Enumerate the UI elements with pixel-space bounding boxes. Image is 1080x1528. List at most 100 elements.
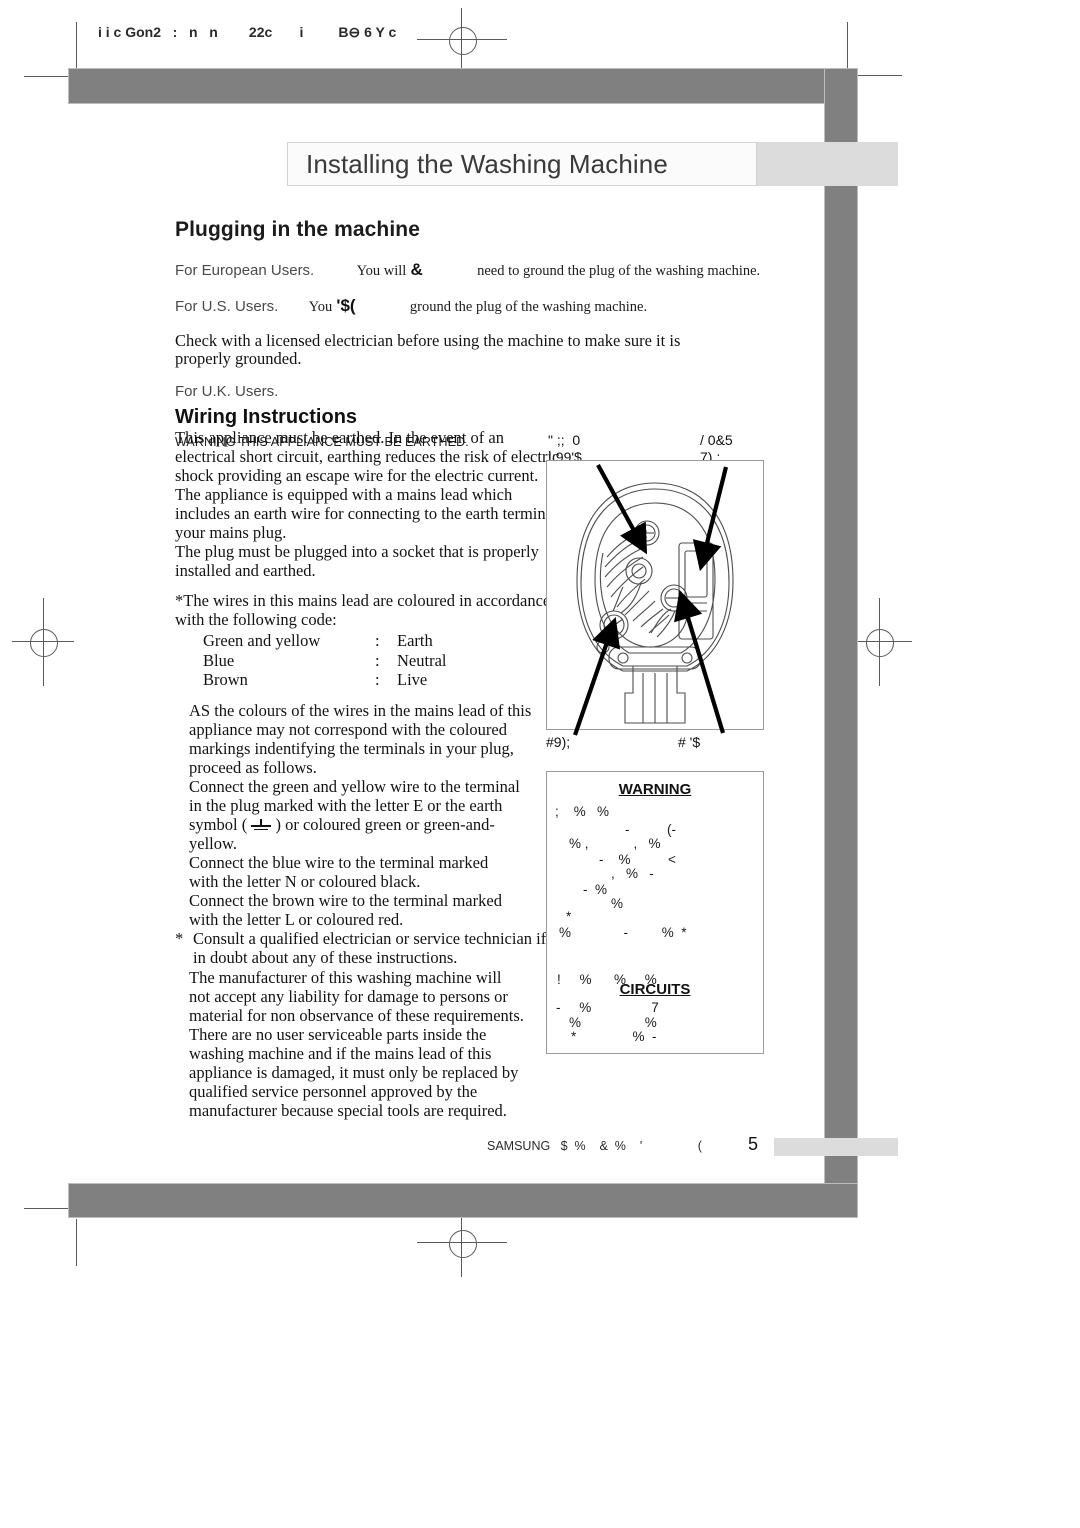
symbol-line-before: symbol ( xyxy=(189,815,252,835)
registration-mark-right xyxy=(866,629,894,657)
page-title-plate: Installing the Washing Machine xyxy=(287,142,757,186)
check-electrician-note: Check with a licensed electrician before… xyxy=(175,331,681,369)
section-intro: Plugging in the machine For European Use… xyxy=(175,218,785,461)
warning-box-fragment: ; % % xyxy=(555,804,610,819)
paragraph-line: installed and earthed. xyxy=(175,561,316,581)
slug-line: i i c Gon2 : n n 22c i B⊖ 6 Y c xyxy=(98,24,397,40)
paragraph-line: Connect the blue wire to the terminal ma… xyxy=(189,853,489,873)
european-users-row: For European Users. You will & need to g… xyxy=(175,260,785,280)
footer-text: SAMSUNG $ % & % ' ( xyxy=(487,1139,702,1153)
earth-ground-icon xyxy=(251,819,272,832)
paragraph-line: *The wires in this mains lead are colour… xyxy=(175,591,551,611)
wiring-instructions-heading: Wiring Instructions xyxy=(175,405,358,428)
crop-mark-bottom-left-horizontal xyxy=(24,1208,70,1209)
registration-mark-bottom xyxy=(449,1230,477,1258)
paragraph-line: The manufacturer of this washing machine… xyxy=(189,967,502,987)
wiring-body-column: This appliance must be earthed. In the e… xyxy=(175,428,576,1120)
paragraph-connect-blue-brown: Connect the blue wire to the terminal ma… xyxy=(175,853,547,929)
paragraph-line-with-earth-symbol: symbol ( ) or coloured green or green-an… xyxy=(189,815,547,834)
crop-mark-top-right-horizontal xyxy=(856,75,902,76)
warning-box-fragment: ! % % % xyxy=(557,972,657,987)
paragraph-colour-mismatch: AS the colours of the wires in the mains… xyxy=(175,701,547,777)
warning-box-fragment: - % < xyxy=(599,852,676,867)
page-number: 5 xyxy=(748,1134,759,1154)
paragraph-line: in the plug marked with the letter E or … xyxy=(189,796,503,816)
registration-mark-top xyxy=(449,27,477,55)
table-row: Brown : Live xyxy=(175,670,446,689)
european-users-label: For European Users. xyxy=(175,262,315,279)
paragraph-line: electrical short circuit, earthing reduc… xyxy=(175,447,560,467)
us-users-glyph: '$( xyxy=(336,296,356,315)
us-users-text-before: You xyxy=(308,299,333,315)
uk-users-label: For U.K. Users. xyxy=(175,382,279,400)
bullet-star-icon: * xyxy=(175,929,184,949)
page-frame-right-bar xyxy=(824,68,858,1218)
warning-box-fragment: - % xyxy=(583,882,608,897)
paragraph-connect-earth: Connect the green and yellow wire to the… xyxy=(175,777,547,853)
warning-box-fragment: % - % * xyxy=(559,925,687,940)
paragraph-line: yellow. xyxy=(189,834,237,854)
plug-callout-bottom-left: #9); xyxy=(546,734,571,750)
paragraph-line: AS the colours of the wires in the mains… xyxy=(189,700,532,720)
table-row: Blue : Neutral xyxy=(175,651,446,670)
paragraph-line: your mains plug. xyxy=(175,523,287,543)
paragraph-line: markings indentifying the terminals in y… xyxy=(189,738,514,758)
paragraph-line: Connect the green and yellow wire to the… xyxy=(189,777,520,797)
us-users-text-after: ground the plug of the washing machine. xyxy=(409,299,648,315)
colour-function: Neutral xyxy=(397,650,447,670)
table-row: Green and yellow : Earth xyxy=(175,631,446,650)
footer-accent-bar xyxy=(774,1138,898,1156)
european-users-text-after: need to ground the plug of the washing m… xyxy=(477,263,761,279)
colour-name: Green and yellow xyxy=(203,631,321,651)
crop-mark-top-left-horizontal xyxy=(24,76,70,77)
paragraph-line: with the letter L or coloured red. xyxy=(189,910,404,930)
warning-box-fragment: , % - xyxy=(611,866,654,881)
paragraph-line: Consult a qualified electrician or servi… xyxy=(193,929,547,949)
warning-box-fragment: - % 7 xyxy=(556,1000,659,1015)
paragraph-line: includes an earth wire for connecting to… xyxy=(175,504,576,524)
warning-box-fragment: % xyxy=(611,896,624,911)
paragraph-line: The plug must be plugged into a socket t… xyxy=(175,542,539,562)
plug-wiring-diagram xyxy=(546,460,764,730)
warning-box-fragment: % % xyxy=(569,1015,657,1030)
crop-mark-top-right-vertical xyxy=(847,22,848,69)
paragraph-line: not accept any liability for damage to p… xyxy=(189,986,508,1006)
plug-diagram-svg xyxy=(576,482,734,724)
paragraph-wire-colour-intro: *The wires in this mains lead are colour… xyxy=(175,591,551,629)
paragraph-line: appliance is damaged, it must only be re… xyxy=(189,1062,519,1082)
registration-mark-left xyxy=(30,629,58,657)
colour-function: Earth xyxy=(397,631,433,651)
section-heading: Plugging in the machine xyxy=(175,218,420,241)
paragraph-consult-electrician: * Consult a qualified electrician or ser… xyxy=(175,929,547,967)
paragraph-line: Connect the brown wire to the terminal m… xyxy=(189,891,502,911)
paragraph-line: The appliance is equipped with a mains l… xyxy=(175,485,513,505)
colour-function: Live xyxy=(397,670,428,690)
paragraph-line: proceed as follows. xyxy=(189,758,317,778)
page-title: Installing the Washing Machine xyxy=(306,148,668,179)
paragraph-line: This appliance must be earthed. In the e… xyxy=(175,428,504,447)
colour-name: Brown xyxy=(203,670,248,690)
warning-box-title: WARNING xyxy=(618,781,692,798)
paragraph-line: shock providing an escape wire for the e… xyxy=(175,466,539,486)
crop-mark-top-left-vertical xyxy=(76,22,77,69)
us-users-row: For U.S. Users. You '$( ground the plug … xyxy=(175,296,785,316)
paragraph-line: There are no user serviceable parts insi… xyxy=(189,1024,487,1044)
paragraph-line: manufacturer because special tools are r… xyxy=(189,1100,507,1120)
european-users-glyph: & xyxy=(410,260,423,279)
page-frame-bottom-bar xyxy=(68,1183,858,1218)
us-users-label: For U.S. Users. xyxy=(175,298,279,315)
document-page: i i c Gon2 : n n 22c i B⊖ 6 Y c Installi… xyxy=(0,0,1080,1528)
paragraph-line: in doubt about any of these instructions… xyxy=(193,948,458,968)
paragraph-appliance-earthed: This appliance must be earthed. In the e… xyxy=(175,428,576,581)
warning-box-fragment: * xyxy=(566,909,572,924)
page-title-plate-tail xyxy=(757,142,898,186)
warning-box-fragment: - (- xyxy=(625,822,676,837)
paragraph-line: qualified service personnel approved by … xyxy=(189,1081,478,1101)
plug-callout-bottom-right: # '$ xyxy=(678,734,701,750)
colour-name: Blue xyxy=(203,650,235,670)
paragraph-manufacturer-liability: The manufacturer of this washing machine… xyxy=(175,968,547,1120)
paragraph-line: appliance may not correspond with the co… xyxy=(189,719,507,739)
paragraph-line: material for non observance of these req… xyxy=(189,1005,524,1025)
bullet-body: Consult a qualified electrician or servi… xyxy=(193,929,547,967)
colour-separator: : xyxy=(375,631,380,651)
